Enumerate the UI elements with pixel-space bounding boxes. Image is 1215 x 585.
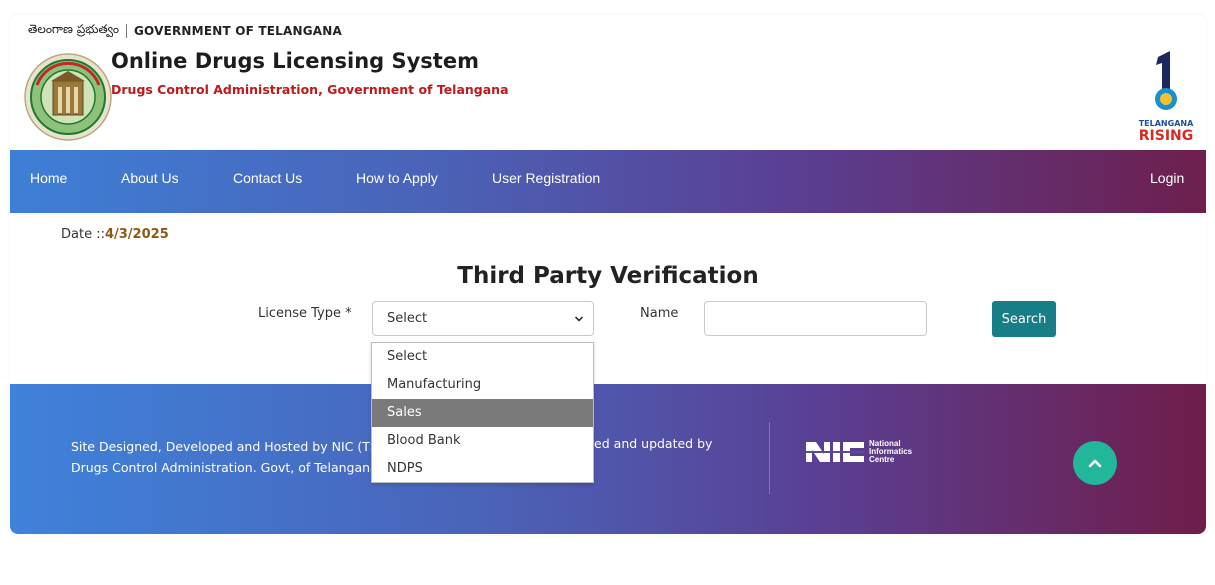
nic-icon: [806, 442, 864, 462]
nic-logo: National Informatics Centre: [806, 438, 936, 466]
chevron-up-icon: [1088, 459, 1102, 468]
footer-line-1-continued: ained and updated by: [575, 436, 713, 451]
footer: Site Designed, Developed and Hosted by N…: [10, 384, 1206, 534]
dropdown-option-sales[interactable]: Sales: [372, 399, 593, 427]
dropdown-option-blood-bank[interactable]: Blood Bank: [372, 427, 593, 455]
site-title: Online Drugs Licensing System: [111, 49, 479, 73]
gov-label: GOVERNMENT OF TELANGANA: [133, 23, 343, 38]
nav-contact-us[interactable]: Contact Us: [233, 170, 302, 186]
date-display: Date ::4/3/2025: [61, 227, 169, 242]
rising-top-text: TELANGANA: [1138, 119, 1194, 128]
scroll-top-button[interactable]: [1073, 441, 1117, 485]
license-type-value: Select: [387, 311, 428, 326]
telangana-rising-logo: TELANGANA RISING: [1138, 51, 1194, 144]
footer-credit-text: Site Designed, Developed and Hosted by N…: [71, 436, 378, 478]
license-type-label: License Type *: [258, 306, 352, 321]
search-button[interactable]: Search: [992, 301, 1056, 337]
site-subtitle: Drugs Control Administration, Government…: [111, 82, 509, 97]
telugu-gov-label: తెలంగాణ ప్రభుత్వం: [28, 22, 119, 36]
name-label: Name: [640, 306, 679, 321]
main-navbar: Home About Us Contact Us How to Apply Us…: [10, 150, 1206, 213]
dropdown-option-manufacturing[interactable]: Manufacturing: [372, 371, 593, 399]
dropdown-option-ndps[interactable]: NDPS: [372, 455, 593, 483]
divider: [125, 23, 127, 38]
nav-login[interactable]: Login: [1150, 170, 1184, 186]
footer-line-2: Drugs Control Administration. Govt, of T…: [71, 460, 378, 475]
page: తెలంగాణ ప్రభుత్వం GOVERNMENT OF TELANGAN…: [0, 0, 1215, 585]
gov-topline: తెలంగాణ ప్రభుత్వం GOVERNMENT OF TELANGAN…: [28, 22, 342, 39]
nic-text: National Informatics Centre: [869, 440, 912, 464]
nav-how-to-apply[interactable]: How to Apply: [356, 170, 438, 186]
license-type-select[interactable]: Select: [372, 301, 594, 336]
nic-text-3: Centre: [869, 455, 895, 464]
footer-divider: [769, 422, 770, 494]
rising-one-icon: [1155, 51, 1177, 110]
date-value: 4/3/2025: [104, 227, 169, 242]
name-input[interactable]: [704, 301, 927, 336]
main-container: తెలంగాణ ప్రభుత్వం GOVERNMENT OF TELANGAN…: [10, 15, 1206, 534]
footer-line-1: Site Designed, Developed and Hosted by N…: [71, 439, 378, 454]
rising-bottom-text: RISING: [1138, 128, 1194, 144]
chevron-down-icon: [574, 316, 584, 322]
page-title: Third Party Verification: [457, 263, 759, 289]
telangana-emblem-icon: [24, 53, 112, 141]
nav-home[interactable]: Home: [30, 170, 67, 186]
date-label: Date ::: [61, 227, 105, 242]
license-type-dropdown: Select Manufacturing Sales Blood Bank ND…: [371, 342, 594, 483]
nav-user-registration[interactable]: User Registration: [492, 170, 600, 186]
nav-about-us[interactable]: About Us: [121, 170, 179, 186]
dropdown-option-select[interactable]: Select: [372, 343, 593, 371]
